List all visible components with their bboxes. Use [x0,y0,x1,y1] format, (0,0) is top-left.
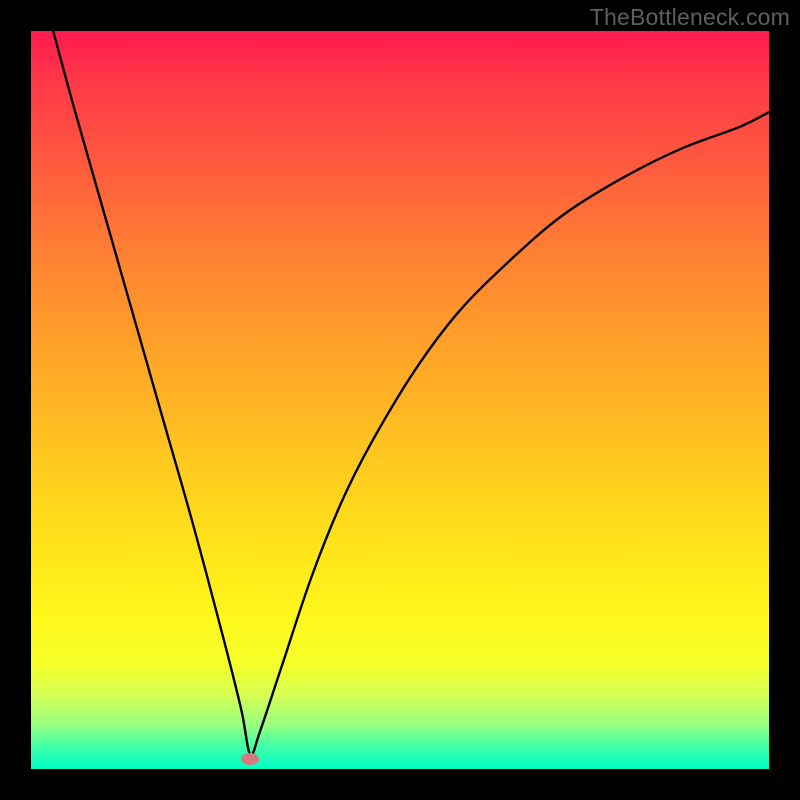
chart-frame: TheBottleneck.com [0,0,800,800]
watermark-text: TheBottleneck.com [590,4,790,31]
bottleneck-curve [53,31,769,755]
curve-svg [31,31,769,769]
plot-area [31,31,769,769]
minimum-marker [241,753,259,765]
